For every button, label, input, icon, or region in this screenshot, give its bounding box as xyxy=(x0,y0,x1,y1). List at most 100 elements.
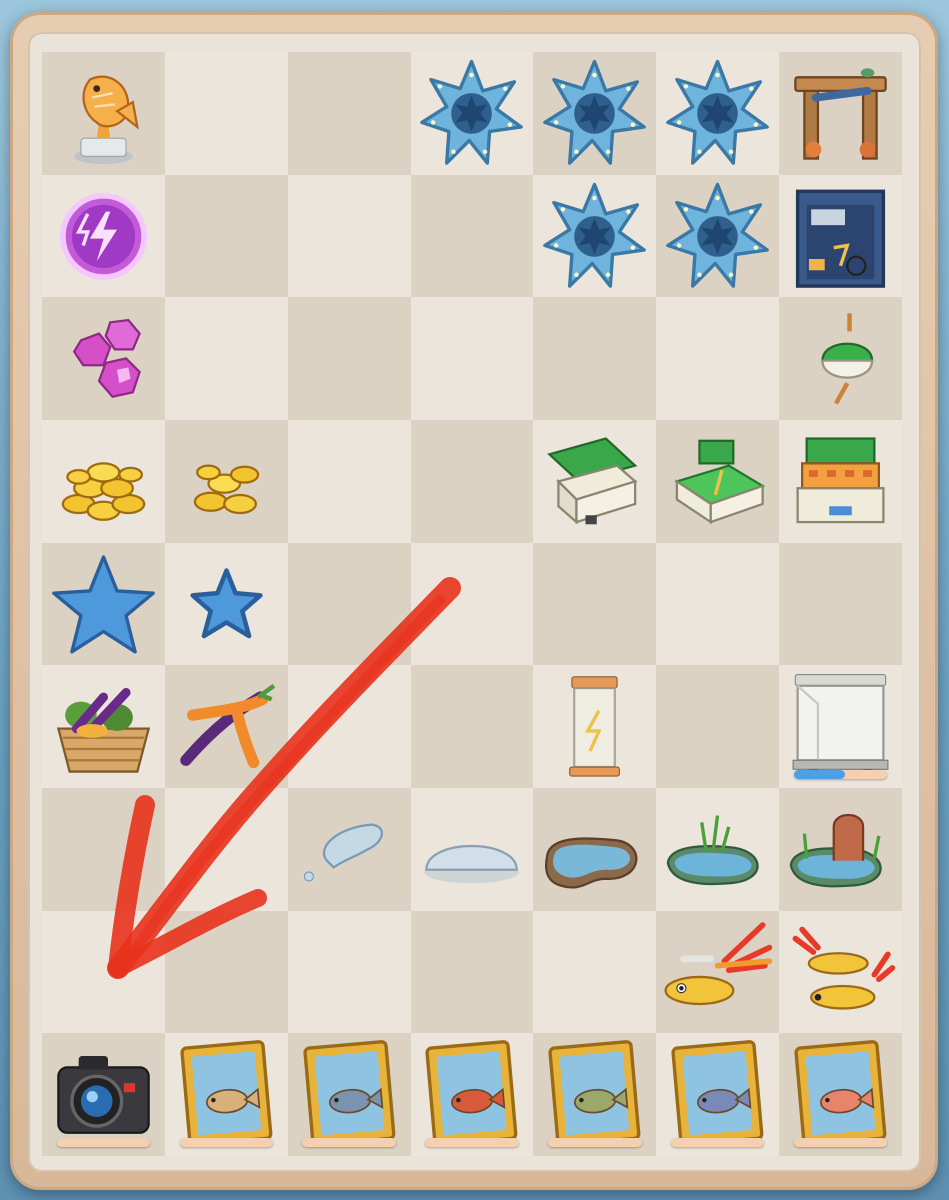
trophy-fish-icon[interactable] xyxy=(42,52,165,175)
starfish-icon[interactable] xyxy=(656,52,779,175)
tackle-box-closed-icon[interactable] xyxy=(656,420,779,543)
fishing-bobber-icon[interactable] xyxy=(779,297,902,420)
board-cell[interactable] xyxy=(287,542,411,666)
board-cell[interactable] xyxy=(164,419,288,543)
board-cell[interactable] xyxy=(779,542,902,666)
coin-pile-large-icon[interactable] xyxy=(42,420,165,543)
board-cell[interactable] xyxy=(42,297,165,420)
board-cell[interactable] xyxy=(42,542,165,666)
board-cell[interactable] xyxy=(42,1033,165,1156)
energy-orb-icon[interactable] xyxy=(42,175,165,298)
board-cell[interactable] xyxy=(779,52,902,175)
board-cell[interactable] xyxy=(42,174,165,298)
board-cell[interactable] xyxy=(287,297,411,420)
small-pond-icon[interactable] xyxy=(533,788,656,911)
board-cell[interactable] xyxy=(42,52,165,175)
vegetable-basket-icon[interactable] xyxy=(42,665,165,788)
board-cell[interactable] xyxy=(779,297,902,420)
starfish-icon[interactable] xyxy=(656,175,779,298)
starfish-icon[interactable] xyxy=(533,175,656,298)
board-cell[interactable] xyxy=(779,1033,902,1156)
progress-bar xyxy=(671,1138,765,1148)
carrots-icon[interactable] xyxy=(165,665,288,788)
board-cell[interactable] xyxy=(533,542,657,666)
board-cell[interactable] xyxy=(164,1033,288,1156)
board-cell[interactable] xyxy=(656,542,780,666)
board-cell[interactable] xyxy=(533,665,657,788)
board-cell[interactable] xyxy=(779,665,902,788)
board-cell[interactable] xyxy=(656,787,780,911)
tackle-box-stacked-icon[interactable] xyxy=(779,420,902,543)
board-cell[interactable] xyxy=(533,297,657,420)
fishing-lures-pair-icon[interactable] xyxy=(779,911,902,1034)
progress-bar xyxy=(425,1138,519,1148)
board-cell[interactable] xyxy=(410,419,534,543)
progress-bar xyxy=(793,1138,888,1148)
board-cell[interactable] xyxy=(779,787,902,911)
board-cell[interactable] xyxy=(42,665,165,788)
board-cell[interactable] xyxy=(656,52,780,175)
fishing-gate-icon[interactable] xyxy=(779,52,902,175)
board-cell[interactable] xyxy=(287,665,411,788)
board-cell[interactable] xyxy=(287,52,411,175)
board-cell[interactable] xyxy=(656,1033,780,1156)
board-cell[interactable] xyxy=(42,910,165,1034)
board-cell[interactable] xyxy=(164,910,288,1034)
progress-bar xyxy=(793,770,888,780)
board-cell[interactable] xyxy=(164,52,288,175)
coin-pile-small-icon[interactable] xyxy=(165,420,288,543)
board-cell[interactable] xyxy=(287,1033,411,1156)
board-cell[interactable] xyxy=(533,174,657,298)
board-cell[interactable] xyxy=(410,910,534,1034)
board-cell[interactable] xyxy=(164,542,288,666)
progress-bar xyxy=(302,1138,396,1148)
star-large-icon[interactable] xyxy=(42,543,165,666)
board-cell[interactable] xyxy=(42,419,165,543)
progress-bar xyxy=(179,1138,273,1148)
fishing-lure-large-icon[interactable] xyxy=(656,911,779,1034)
board-cell[interactable] xyxy=(410,787,534,911)
board-cell[interactable] xyxy=(533,419,657,543)
board-cell[interactable] xyxy=(410,665,534,788)
board-cell[interactable] xyxy=(533,52,657,175)
pond-with-gate-icon[interactable] xyxy=(779,788,902,911)
board-cell[interactable] xyxy=(287,174,411,298)
star-small-icon[interactable] xyxy=(165,543,288,666)
board-cell[interactable] xyxy=(287,419,411,543)
board-cell[interactable] xyxy=(779,174,902,298)
water-puddle-icon[interactable] xyxy=(411,788,534,911)
board-cell[interactable] xyxy=(656,910,780,1034)
board-cell[interactable] xyxy=(42,787,165,911)
merge-board xyxy=(28,32,921,1172)
water-drop-icon[interactable] xyxy=(288,788,411,911)
gems-icon[interactable] xyxy=(42,297,165,420)
board-grid xyxy=(42,52,902,1156)
board-cell[interactable] xyxy=(656,665,780,788)
board-cell[interactable] xyxy=(656,297,780,420)
starfish-icon[interactable] xyxy=(533,52,656,175)
board-cell[interactable] xyxy=(410,52,534,175)
board-cell[interactable] xyxy=(287,787,411,911)
starfish-icon[interactable] xyxy=(411,52,534,175)
board-cell[interactable] xyxy=(410,1033,534,1156)
board-cell[interactable] xyxy=(533,787,657,911)
board-cell[interactable] xyxy=(533,910,657,1034)
board-cell[interactable] xyxy=(410,174,534,298)
board-cell[interactable] xyxy=(164,174,288,298)
board-cell[interactable] xyxy=(410,542,534,666)
board-cell[interactable] xyxy=(164,297,288,420)
board-cell[interactable] xyxy=(656,419,780,543)
progress-bar xyxy=(56,1138,151,1148)
board-cell[interactable] xyxy=(164,665,288,788)
display-case-small-icon[interactable] xyxy=(533,665,656,788)
tackle-box-open-icon[interactable] xyxy=(533,420,656,543)
board-cell[interactable] xyxy=(287,910,411,1034)
board-cell[interactable] xyxy=(656,174,780,298)
board-cell[interactable] xyxy=(779,910,902,1034)
board-cell[interactable] xyxy=(164,787,288,911)
board-cell[interactable] xyxy=(533,1033,657,1156)
board-cell[interactable] xyxy=(779,419,902,543)
board-cell[interactable] xyxy=(410,297,534,420)
storage-cabinet-icon[interactable] xyxy=(779,175,902,298)
grass-pond-icon[interactable] xyxy=(656,788,779,911)
